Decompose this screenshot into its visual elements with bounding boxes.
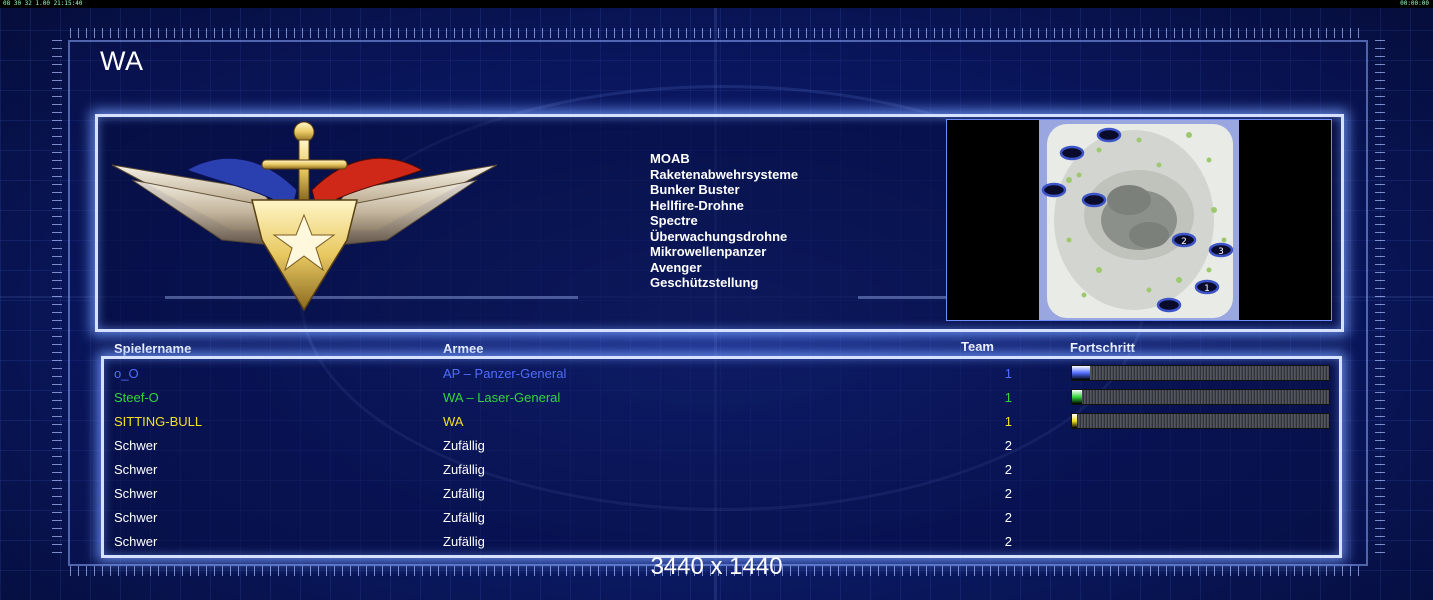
player-team: 1 <box>1004 390 1012 405</box>
column-header-team: Team <box>961 339 994 354</box>
player-name: Steef-O <box>114 390 159 405</box>
player-name: Schwer <box>114 510 158 525</box>
player-army: Zufällig <box>443 438 485 453</box>
status-bar: 08 30 32 1.00 21:15:40 00:00:00 <box>0 0 1433 8</box>
loading-progress-bar <box>1071 389 1330 405</box>
power-item: Überwachungsdrohne <box>650 228 788 244</box>
player-army: WA – Laser-General <box>443 390 561 405</box>
map-preview: 2 3 1 <box>946 119 1332 321</box>
progress-fill <box>1072 366 1090 380</box>
column-header-army: Armee <box>443 341 484 356</box>
power-item: Spectre <box>650 213 698 228</box>
player-army: Zufällig <box>443 462 485 477</box>
power-item: Bunker Buster <box>650 182 740 197</box>
status-bar-left: 08 30 32 1.00 21:15:40 <box>3 0 83 7</box>
player-name: Schwer <box>114 534 158 549</box>
column-header-name: Spielername <box>114 341 192 356</box>
player-team: 2 <box>1004 462 1012 477</box>
player-army: Zufällig <box>443 486 485 501</box>
player-row: o_O AP – Panzer-General 1 <box>0 362 1433 386</box>
player-row: Schwer Zufällig 2 <box>0 458 1433 482</box>
player-name: Schwer <box>114 486 158 501</box>
player-row: Steef-O WA – Laser-General 1 <box>0 386 1433 410</box>
player-army: WA <box>443 414 464 429</box>
player-row: Schwer Zufällig 2 <box>0 482 1433 506</box>
player-name: Schwer <box>114 462 158 477</box>
player-team: 1 <box>1004 366 1012 381</box>
player-row: SITTING-BULL WA 1 <box>0 410 1433 434</box>
resolution-label: 3440 x 1440 <box>650 553 783 580</box>
player-army: AP – Panzer-General <box>443 366 567 381</box>
power-item: Hellfire-Drohne <box>650 197 744 213</box>
player-team: 2 <box>1004 486 1012 501</box>
player-army: Zufällig <box>443 510 485 525</box>
loading-progress-bar <box>1071 413 1330 429</box>
player-team: 2 <box>1004 534 1012 549</box>
column-header-progress: Fortschritt <box>1070 340 1135 355</box>
power-item: Raketenabwehrsysteme <box>650 166 799 182</box>
start-position-2: 2 <box>1181 237 1187 247</box>
player-team: 2 <box>1004 438 1012 453</box>
start-position-1: 1 <box>1204 284 1210 294</box>
progress-fill <box>1072 390 1083 404</box>
ruler-top <box>70 28 1360 38</box>
player-name: Schwer <box>114 438 158 453</box>
player-name: o_O <box>114 366 139 381</box>
general-powers-list: MOAB Raketenabwehrsysteme Bunker Buster … <box>650 151 798 291</box>
player-army: Zufällig <box>443 534 485 549</box>
minimap-image: 2 3 1 <box>1039 120 1239 320</box>
page-title: WA <box>100 46 144 76</box>
player-team: 2 <box>1004 510 1012 525</box>
player-team: 1 <box>1004 414 1012 429</box>
player-name: SITTING-BULL <box>114 414 203 429</box>
player-row: Schwer Zufällig 2 <box>0 530 1433 554</box>
start-position-3: 3 <box>1218 247 1224 257</box>
power-item: Mikrowellenpanzer <box>650 244 767 259</box>
loading-progress-bar <box>1071 365 1330 381</box>
divider-line <box>858 296 948 299</box>
power-item: Geschützstellung <box>650 275 759 290</box>
faction-emblem-icon <box>112 121 497 312</box>
player-row: Schwer Zufällig 2 <box>0 506 1433 530</box>
status-bar-clock: 00:00:00 <box>1400 0 1429 7</box>
player-row: Schwer Zufällig 2 <box>0 434 1433 458</box>
power-item: Avenger <box>650 259 702 275</box>
power-item: MOAB <box>650 151 690 166</box>
progress-fill <box>1072 414 1078 428</box>
